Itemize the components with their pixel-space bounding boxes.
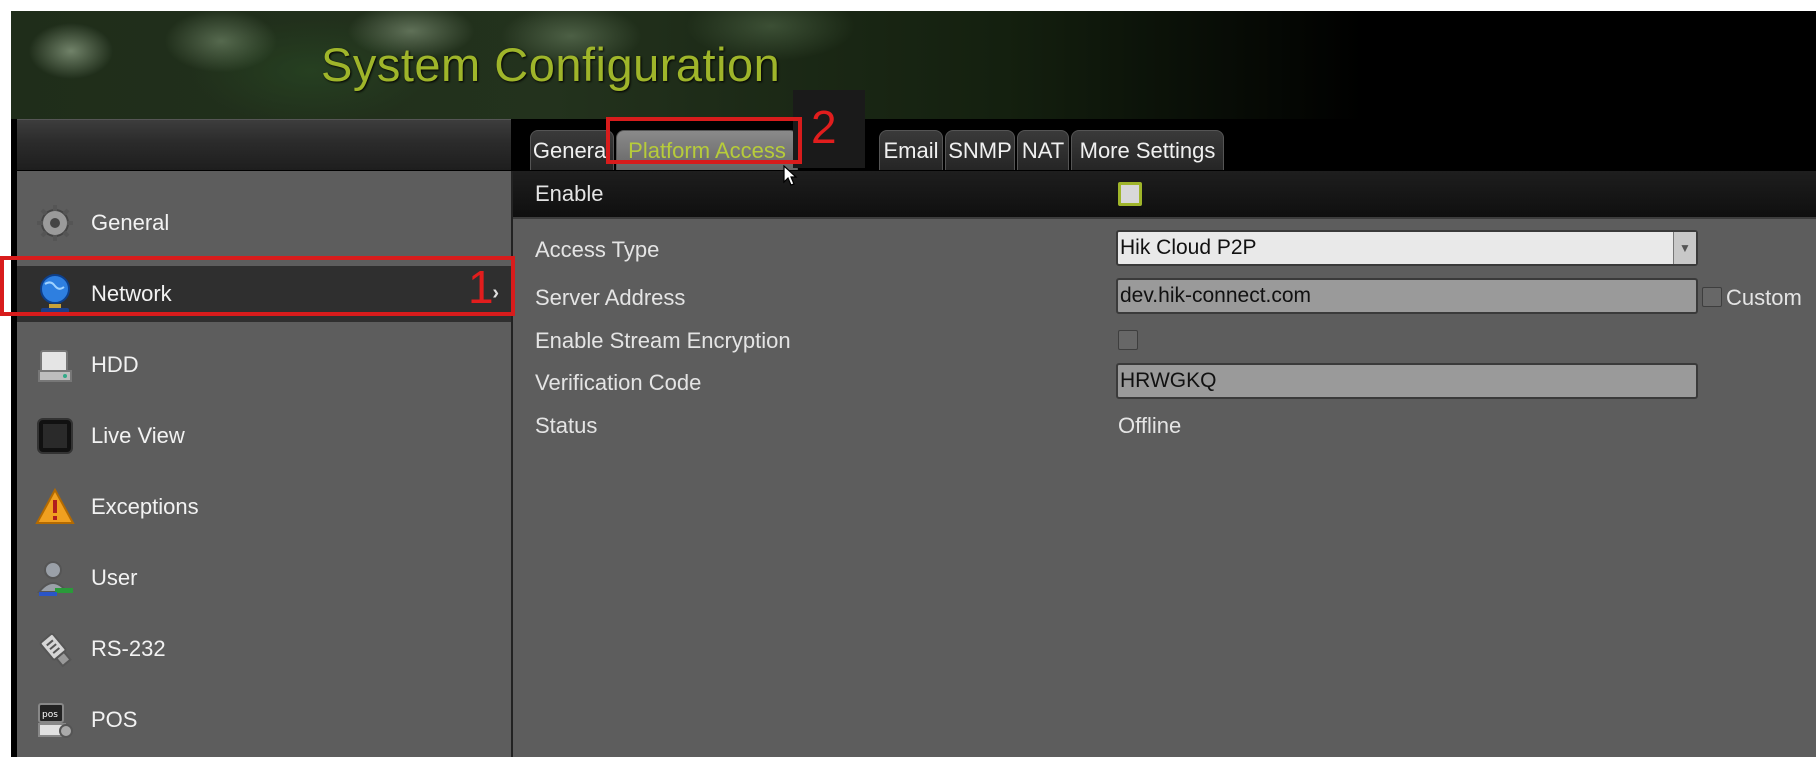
- sidebar-item-live-view[interactable]: Live View: [17, 408, 511, 464]
- sidebar-item-label: HDD: [91, 352, 139, 377]
- pos-icon-text: pos: [42, 710, 58, 720]
- tab-snmp[interactable]: SNMP: [945, 130, 1015, 170]
- access-type-select[interactable]: Hik Cloud P2P ▼: [1116, 230, 1698, 266]
- tab-general[interactable]: General: [530, 130, 614, 170]
- warning-icon: [33, 485, 77, 529]
- status-label: Status: [535, 413, 598, 438]
- sidebar-item-user[interactable]: User: [17, 550, 511, 606]
- sidebar-item-hdd[interactable]: HDD: [17, 337, 511, 393]
- page-title: System Configuration: [321, 38, 781, 91]
- tab-nat[interactable]: NAT: [1017, 130, 1069, 170]
- verification-code-label: Verification Code: [535, 370, 702, 395]
- tab-email[interactable]: Email: [879, 130, 943, 170]
- sidebar-item-label: User: [91, 565, 138, 590]
- sidebar-item-label: Live View: [91, 423, 185, 448]
- sidebar-item-label: POS: [91, 707, 138, 732]
- plug-icon: [33, 627, 77, 671]
- monitor-icon: [33, 414, 77, 458]
- sidebar-header: [17, 119, 511, 170]
- user-icon: [33, 556, 77, 600]
- server-address-label: Server Address: [535, 285, 686, 310]
- sidebar-item-rs-232[interactable]: RS-232: [17, 621, 511, 677]
- enable-checkbox[interactable]: [1118, 182, 1142, 206]
- gear-icon: [33, 201, 77, 245]
- sidebar-item-general[interactable]: General: [17, 195, 511, 251]
- annotation-box-network: [0, 256, 515, 316]
- server-address-value: dev.hik-connect.com: [1120, 284, 1312, 307]
- sidebar-item-exceptions[interactable]: Exceptions: [17, 479, 511, 535]
- tab-more-settings[interactable]: More Settings: [1071, 130, 1224, 170]
- enable-label: Enable: [535, 181, 604, 206]
- verification-code-field[interactable]: HRWGKQ: [1116, 363, 1698, 399]
- title-bar: System Configuration: [11, 11, 1816, 119]
- access-type-value: Hik Cloud P2P: [1120, 236, 1257, 259]
- pos-icon: pos: [33, 698, 77, 742]
- stream-encryption-checkbox[interactable]: [1118, 330, 1138, 350]
- sidebar-item-label: RS-232: [91, 636, 166, 661]
- stream-encryption-label: Enable Stream Encryption: [535, 328, 791, 353]
- server-address-field[interactable]: dev.hik-connect.com: [1116, 278, 1698, 314]
- access-type-label: Access Type: [535, 237, 660, 262]
- annotation-box-platform-access: [606, 117, 802, 164]
- custom-label: Custom: [1726, 285, 1802, 310]
- sidebar-item-label: Exceptions: [91, 494, 199, 519]
- sidebar-item-pos[interactable]: pos POS: [17, 692, 511, 748]
- status-value: Offline: [1118, 413, 1182, 438]
- chevron-down-icon[interactable]: ▼: [1673, 232, 1696, 264]
- custom-checkbox[interactable]: [1702, 287, 1722, 307]
- annotation-label-1: 1: [468, 261, 494, 313]
- sidebar-item-label: General: [91, 210, 170, 235]
- hdd-icon: [33, 343, 77, 387]
- verification-code-value: HRWGKQ: [1120, 369, 1217, 392]
- dvr-screen: System Configuration General Network › H…: [11, 11, 1816, 757]
- mouse-cursor-icon: [783, 165, 798, 186]
- enable-row: Enable: [513, 171, 1816, 219]
- annotation-label-2: 2: [811, 101, 837, 153]
- platform-access-panel: Enable Access Type Hik Cloud P2P ▼ Serve…: [513, 165, 1816, 757]
